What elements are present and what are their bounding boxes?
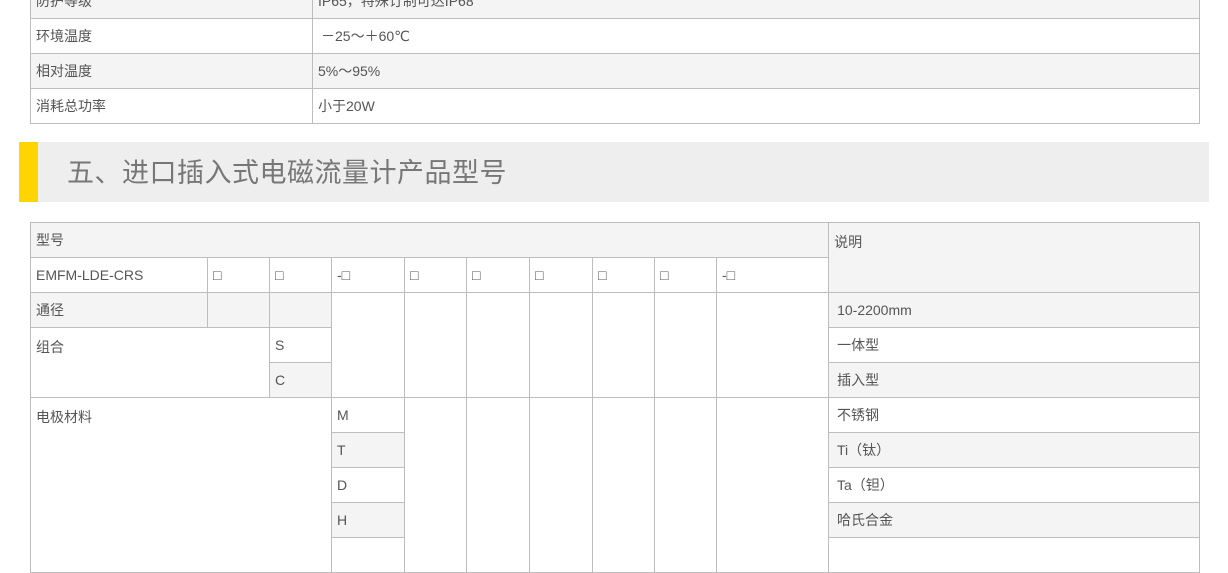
empty-cell xyxy=(466,397,530,573)
electrode-label: 电极材料 xyxy=(30,397,332,573)
model-code-prefix: EMFM-LDE-CRS xyxy=(30,257,208,293)
table-row: 环境温度 －25～＋60℃ xyxy=(30,18,1200,54)
table-row: 电极材料 M 不锈钢 xyxy=(30,397,1200,573)
model-slot: □ xyxy=(466,257,530,293)
empty-cell xyxy=(592,397,655,573)
accent-bar xyxy=(19,142,38,202)
empty-cell xyxy=(466,292,530,398)
electrode-desc: Ti（钛） xyxy=(828,432,1200,468)
model-slot: □ xyxy=(207,257,270,293)
electrode-desc: 不锈钢 xyxy=(828,397,1200,433)
model-slot: -□ xyxy=(715,257,830,293)
combination-code: S xyxy=(269,327,332,363)
spec-value: 小于20W xyxy=(312,88,1200,124)
spec-value: 5%～95% xyxy=(312,53,1200,89)
empty-cell xyxy=(715,292,830,398)
spec-label: 相对温度 xyxy=(30,53,313,89)
electrode-desc: Ta（钽） xyxy=(828,467,1200,503)
empty-cell xyxy=(828,537,1200,573)
spec-value: －25～＋60℃ xyxy=(312,18,1200,54)
model-slot: □ xyxy=(404,257,467,293)
model-header: 型号 xyxy=(29,222,830,258)
empty-cell xyxy=(654,292,717,398)
electrode-code: D xyxy=(331,467,405,503)
electrode-code: H xyxy=(331,502,405,538)
combination-desc: 插入型 xyxy=(828,362,1201,398)
table-row: 相对温度 5%～95% xyxy=(30,53,1200,89)
electrode-code: T xyxy=(331,432,405,468)
model-table: 型号 说明 EMFM-LDE-CRS □ □ -□ □ □ □ □ □ -□ 通… xyxy=(29,222,1201,398)
table-row: 通径 10-2200mm xyxy=(30,292,1201,398)
empty-cell xyxy=(529,397,593,573)
empty-cell xyxy=(592,292,655,398)
spec-label: 环境温度 xyxy=(30,18,313,54)
model-slot: □ xyxy=(592,257,655,293)
electrode-code: M xyxy=(331,397,405,433)
diameter-desc: 10-2200mm xyxy=(828,292,1201,328)
empty-cell xyxy=(404,292,467,398)
section-title: 五、进口插入式电磁流量计产品型号 xyxy=(67,158,507,188)
section-heading: 五、进口插入式电磁流量计产品型号 xyxy=(19,142,1209,202)
empty-cell xyxy=(331,292,405,398)
empty-cell xyxy=(331,537,405,573)
spec-value: IP65，特殊订制可达IP68 xyxy=(312,0,1200,19)
electrode-desc: 哈氏合金 xyxy=(828,502,1200,538)
table-row: 消耗总功率 小于20W xyxy=(30,88,1200,124)
desc-header: 说明 xyxy=(828,222,1201,293)
spec-label: 消耗总功率 xyxy=(30,88,313,124)
combination-label: 组合 xyxy=(30,327,270,398)
diameter-label: 通径 xyxy=(30,292,208,328)
empty-cell xyxy=(269,292,332,328)
table-row: 防护等级 IP65，特殊订制可达IP68 xyxy=(30,0,1200,19)
empty-cell xyxy=(654,397,717,573)
model-slot: □ xyxy=(529,257,593,293)
combination-desc: 一体型 xyxy=(828,327,1201,363)
combination-code: C xyxy=(269,362,332,398)
empty-cell xyxy=(207,292,270,328)
empty-cell xyxy=(716,397,829,573)
spec-table: 防护等级 IP65，特殊订制可达IP68 环境温度 －25～＋60℃ 相对温度 … xyxy=(30,0,1200,124)
empty-cell xyxy=(404,397,467,573)
model-slot: -□ xyxy=(331,257,405,293)
empty-cell xyxy=(529,292,593,398)
spec-label: 防护等级 xyxy=(30,0,313,19)
table-row: 型号 说明 xyxy=(29,222,1201,293)
model-slot: □ xyxy=(654,257,717,293)
model-slot: □ xyxy=(269,257,332,293)
